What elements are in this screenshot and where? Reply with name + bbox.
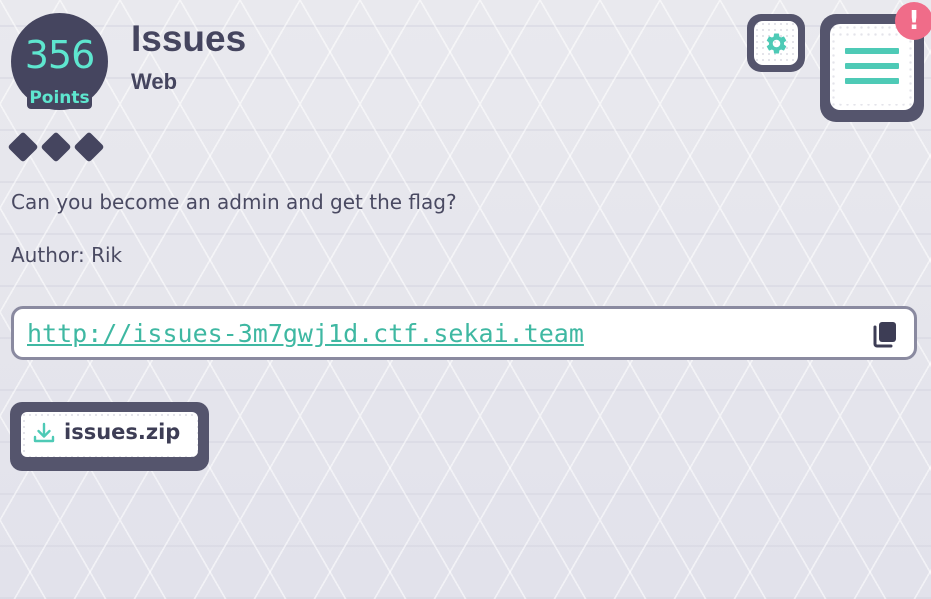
- challenge-description: Can you become an admin and get the flag…: [11, 190, 457, 214]
- attachment-download-button[interactable]: issues.zip: [10, 402, 209, 471]
- download-icon: [33, 422, 55, 444]
- difficulty-diamond-icon: [40, 131, 72, 163]
- hamburger-menu-icon: [830, 24, 914, 110]
- menu-line-icon: [845, 48, 899, 54]
- attachment-filename: issues.zip: [64, 420, 181, 444]
- settings-button-face: [754, 21, 798, 65]
- points-value: 356: [24, 33, 96, 77]
- difficulty-diamond-icon: [73, 131, 105, 163]
- challenge-title: Issues: [131, 18, 247, 59]
- menu-line-icon: [845, 63, 899, 69]
- difficulty-diamond-icon: [7, 131, 39, 163]
- settings-button[interactable]: [747, 14, 805, 72]
- attachment-button-face: issues.zip: [21, 412, 198, 457]
- points-label: Points: [27, 87, 92, 109]
- challenge-url-box: http://issues-3m7gwj1d.ctf.sekai.team: [11, 306, 917, 360]
- challenge-category: Web: [131, 69, 178, 94]
- menu-line-icon: [845, 78, 899, 84]
- alert-badge: !: [895, 2, 931, 40]
- points-badge: 356 Points: [11, 13, 108, 110]
- copy-icon[interactable]: [870, 319, 900, 349]
- challenge-author: Author: Rik: [11, 243, 123, 267]
- gear-icon: [764, 31, 789, 56]
- challenge-url-link[interactable]: http://issues-3m7gwj1d.ctf.sekai.team: [27, 320, 584, 347]
- difficulty-indicator: [7, 131, 105, 163]
